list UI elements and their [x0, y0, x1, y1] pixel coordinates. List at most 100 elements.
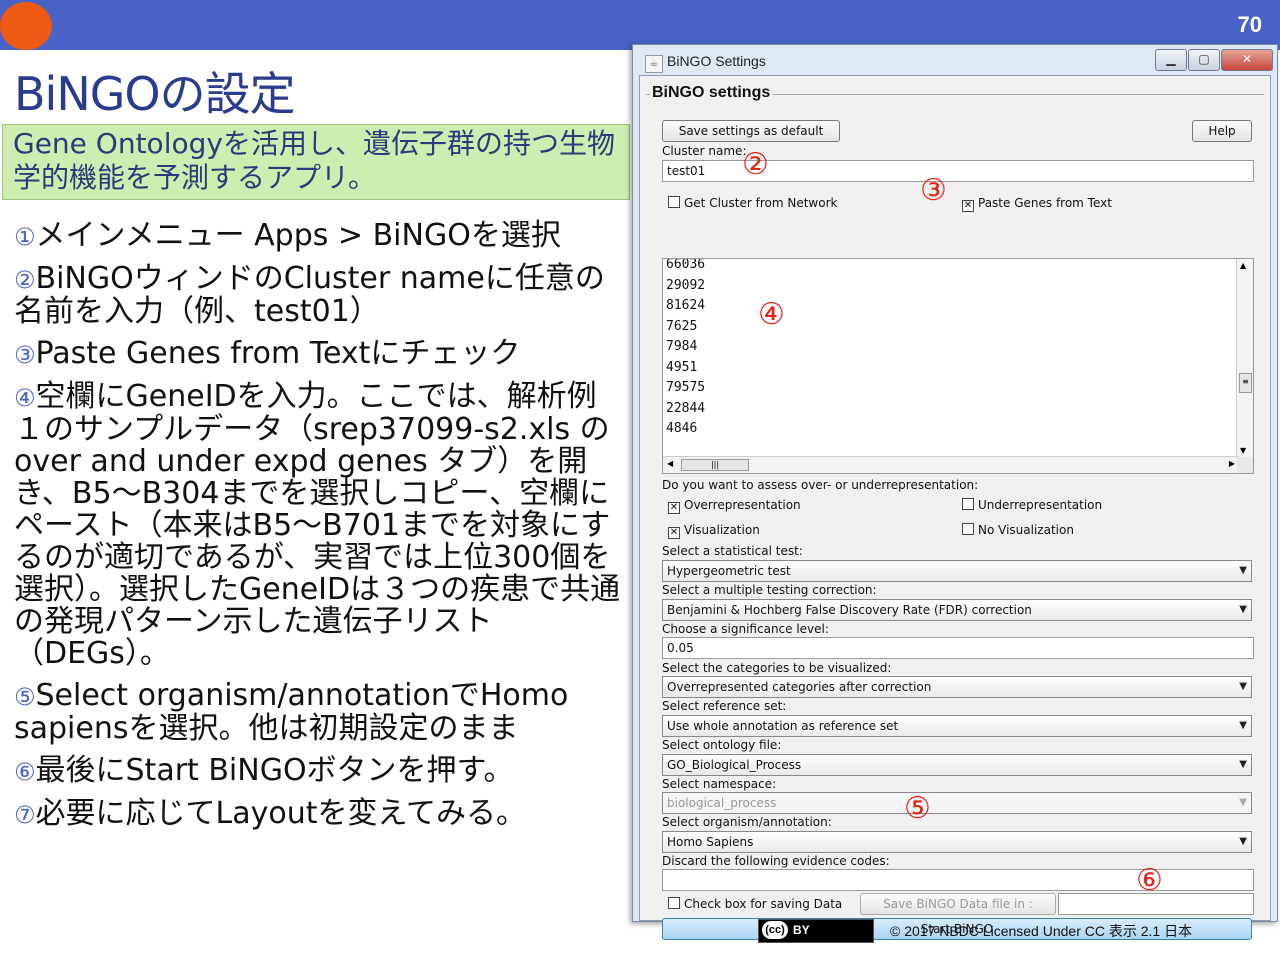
step-text: メインメニュー Apps > BiNGOを選択: [35, 218, 561, 253]
cc-by-badge: (cc) BY: [758, 919, 874, 943]
step-5: ⑤Select organism/annotationでHomo sapiens…: [14, 680, 624, 745]
step-text: 必要に応じてLayoutを変えてみる。: [35, 796, 526, 831]
step-text: 空欄にGeneIDを入力。ここでは、解析例１のサンプルデータ（srep37099…: [14, 379, 621, 671]
checkbox-box[interactable]: [668, 897, 680, 909]
chevron-down-icon: ▼: [1239, 797, 1247, 808]
scroll-right-icon[interactable]: ▶: [1229, 459, 1235, 468]
gene-id: 7625: [666, 318, 698, 334]
scroll-thumb-horizontal[interactable]: |||: [681, 459, 749, 471]
app-icon: ☕: [645, 55, 663, 73]
select-value: Benjamini & Hochberg False Discovery Rat…: [667, 603, 1032, 617]
assess-label: Do you want to assess over- or underrepr…: [662, 478, 979, 492]
chevron-down-icon: ▼: [1239, 720, 1247, 731]
gene-id: 22844: [666, 400, 706, 416]
correction-select[interactable]: Benjamini & Hochberg False Discovery Rat…: [662, 599, 1252, 621]
step-number: ①: [14, 223, 36, 251]
categories-select[interactable]: Overrepresented categories after correct…: [662, 676, 1252, 698]
callout-5: ⑤: [904, 791, 931, 826]
vertical-scrollbar[interactable]: ▲ ≡ ▼: [1236, 259, 1253, 457]
evidence-label: Discard the following evidence codes:: [662, 854, 890, 868]
save-data-checkbox[interactable]: Check box for saving Data: [668, 897, 842, 911]
gene-id: 4951: [666, 359, 698, 375]
significance-label: Choose a significance level:: [662, 622, 829, 636]
cc-logo: (cc): [762, 921, 788, 939]
help-button[interactable]: Help: [1192, 120, 1252, 142]
overrepresentation-checkbox[interactable]: ✕ Overrepresentation: [668, 498, 801, 514]
step-3: ③Paste Genes from Textにチェック: [14, 338, 624, 371]
scroll-corner: [1237, 457, 1253, 473]
checkbox-label: Overrepresentation: [684, 498, 801, 512]
gene-id: 7984: [666, 339, 698, 354]
page-title: BiNGOの設定: [14, 67, 296, 121]
ontology-label: Select ontology file:: [662, 738, 782, 752]
scroll-left-icon[interactable]: ◀: [667, 459, 673, 468]
checkbox-box[interactable]: [668, 196, 680, 208]
select-value: GO_Biological_Process: [667, 758, 802, 772]
settings-panel: BiNGO settings Save settings as default …: [639, 75, 1271, 940]
step-4: ④空欄にGeneIDを入力。ここでは、解析例１のサンプルデータ（srep3709…: [14, 381, 624, 670]
gene-id-lines: 66036 29092 81624 7625 7984 4951 79575 2…: [666, 258, 706, 440]
step-text: 最後にStart BiNGOボタンを押す。: [35, 753, 514, 788]
group-title: BiNGO settings: [650, 84, 773, 102]
save-file-button: Save BiNGO Data file in :: [860, 893, 1056, 915]
visualization-checkbox[interactable]: ✕ Visualization: [668, 523, 760, 539]
step-text: Paste Genes from Textにチェック: [35, 336, 521, 371]
minimize-button[interactable]: ▁: [1155, 49, 1187, 71]
paste-genes-checkbox[interactable]: ✕ Paste Genes from Text: [962, 196, 1112, 212]
callout-4: ④: [758, 297, 785, 332]
step-7: ⑦必要に応じてLayoutを変えてみる。: [14, 798, 624, 831]
stat-test-select[interactable]: Hypergeometric test ▼: [662, 560, 1252, 582]
significance-input[interactable]: 0.05: [662, 637, 1254, 659]
step-number: ②: [14, 266, 36, 294]
gene-id: 66036: [666, 258, 706, 272]
checkbox-box[interactable]: ✕: [962, 200, 974, 212]
gene-id: 4846: [666, 421, 698, 436]
get-cluster-checkbox[interactable]: Get Cluster from Network: [668, 196, 837, 210]
chevron-down-icon: ▼: [1239, 604, 1247, 615]
checkbox-label: Paste Genes from Text: [978, 196, 1112, 210]
reference-label: Select reference set:: [662, 699, 787, 713]
select-value: biological_process: [667, 796, 777, 810]
step-number: ⑥: [14, 758, 36, 786]
cluster-name-label: Cluster name:: [662, 144, 747, 158]
callout-2: ②: [742, 147, 769, 182]
select-value: Homo Sapiens: [667, 835, 754, 849]
ontology-select[interactable]: GO_Biological_Process ▼: [662, 754, 1252, 776]
gene-list-textarea[interactable]: 66036 29092 81624 7625 7984 4951 79575 2…: [662, 258, 1254, 474]
save-default-button[interactable]: Save settings as default: [662, 120, 840, 142]
checkbox-box[interactable]: [962, 498, 974, 510]
checkbox-label: No Visualization: [978, 523, 1074, 537]
step-number: ③: [14, 341, 36, 369]
namespace-label: Select namespace:: [662, 777, 777, 791]
no-visualization-checkbox[interactable]: No Visualization: [962, 523, 1074, 537]
step-text: BiNGOウィンドのCluster nameに任意の名前を入力（例、test01…: [14, 261, 605, 329]
bingo-settings-window: ☕ BiNGO Settings ▁ ▢ ✕ BiNGO settings Sa…: [632, 44, 1278, 940]
callout-6: ⑥: [1136, 863, 1163, 898]
organism-label: Select organism/annotation:: [662, 815, 832, 829]
chevron-down-icon: ▼: [1239, 681, 1247, 692]
underrepresentation-checkbox[interactable]: Underrepresentation: [962, 498, 1102, 512]
step-1: ①メインメニュー Apps > BiNGOを選択: [14, 220, 624, 253]
select-value: Use whole annotation as reference set: [667, 719, 899, 733]
checkbox-box[interactable]: ✕: [668, 502, 680, 514]
stat-test-label: Select a statistical test:: [662, 544, 803, 558]
checkbox-box[interactable]: ✕: [668, 527, 680, 539]
correction-label: Select a multiple testing correction:: [662, 583, 877, 597]
scroll-thumb[interactable]: ≡: [1239, 373, 1252, 393]
maximize-button[interactable]: ▢: [1188, 49, 1220, 71]
scroll-down-icon[interactable]: ▼: [1240, 446, 1246, 455]
horizontal-scrollbar[interactable]: ◀ ||| ▶: [663, 456, 1239, 473]
step-2: ②BiNGOウィンドのCluster nameに任意の名前を入力（例、test0…: [14, 263, 624, 328]
step-text: Select organism/annotationでHomo sapiensを…: [14, 678, 569, 746]
checkbox-label: Check box for saving Data: [684, 897, 843, 911]
evidence-input[interactable]: [662, 869, 1254, 891]
gene-id: 81624: [666, 298, 706, 313]
close-button[interactable]: ✕: [1221, 49, 1273, 71]
checkbox-label: Underrepresentation: [978, 498, 1103, 512]
checkbox-box[interactable]: [962, 523, 974, 535]
reference-select[interactable]: Use whole annotation as reference set ▼: [662, 715, 1252, 737]
scroll-up-icon[interactable]: ▲: [1240, 261, 1246, 270]
organism-select[interactable]: Homo Sapiens ▼: [662, 831, 1252, 853]
page-number: 70: [1237, 12, 1262, 37]
step-number: ④: [14, 384, 36, 412]
